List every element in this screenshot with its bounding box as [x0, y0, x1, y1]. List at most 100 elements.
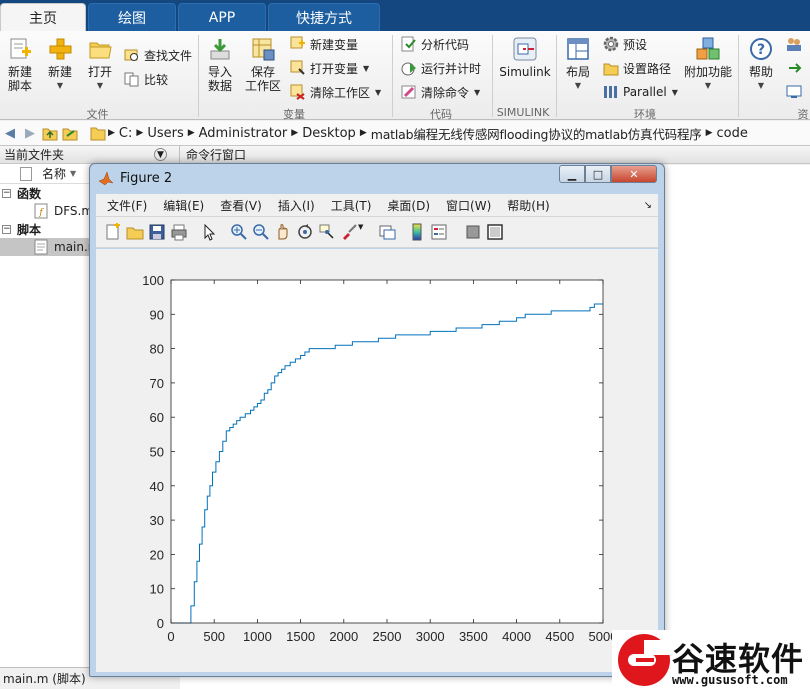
layout-button[interactable]: 布局 ▼	[562, 37, 594, 93]
parallel-button[interactable]: Parallel ▼	[603, 82, 678, 102]
sort-desc-icon[interactable]: ▼	[70, 169, 76, 178]
tab-shortcuts-label: 快捷方式	[296, 10, 352, 27]
tab-shortcuts[interactable]: 快捷方式	[268, 3, 380, 31]
close-button[interactable]: ✕	[611, 165, 657, 183]
open-dropdown-icon[interactable]: ▼	[97, 79, 103, 93]
breadcrumb-drive[interactable]: C:	[119, 126, 132, 141]
brush-dropdown-icon[interactable]: ▼	[358, 223, 368, 241]
new-button[interactable]: 新建 ▼	[44, 37, 76, 93]
tab-home[interactable]: 主页	[0, 3, 86, 31]
compare-icon	[124, 71, 140, 87]
ribbon-separator	[198, 35, 199, 117]
command-window-header: 命令行窗口	[180, 146, 810, 164]
run-and-time-button[interactable]: 运行并计时	[401, 58, 481, 78]
menu-tools[interactable]: 工具(T)	[331, 197, 372, 214]
line-plot[interactable]: 0 500 1000 1500 2000 2500 3000 3500 4000 4500 5000…	[96, 249, 658, 672]
import-data-button[interactable]: 导入 数据	[203, 37, 237, 93]
preferences-button[interactable]: 预设	[603, 34, 647, 54]
open-button[interactable]: 打开 ▼	[84, 37, 116, 93]
forward-icon[interactable]: ▶	[20, 123, 40, 143]
current-folder-header: 当前文件夹 ▼	[0, 146, 179, 164]
set-path-icon	[603, 60, 619, 76]
menu-file[interactable]: 文件(F)	[107, 197, 147, 214]
breadcrumb-users[interactable]: Users	[147, 126, 183, 141]
save-workspace-button[interactable]: 保存 工作区	[245, 37, 281, 93]
brush-icon[interactable]	[340, 223, 358, 241]
clear-commands-dropdown-icon[interactable]: ▼	[474, 88, 480, 97]
addons-dropdown-icon[interactable]: ▼	[705, 79, 711, 93]
collapse-icon[interactable]: −	[2, 188, 11, 198]
simulink-icon	[513, 37, 537, 61]
clear-workspace-button[interactable]: 清除工作区 ▼	[290, 82, 381, 102]
help-dropdown-icon[interactable]: ▼	[758, 79, 764, 93]
simulink-button[interactable]: Simulink	[499, 37, 551, 79]
tab-plots[interactable]: 绘图	[88, 3, 176, 31]
community-icon	[786, 36, 802, 52]
link-plot-icon[interactable]	[378, 223, 396, 241]
rotate-3d-icon[interactable]	[296, 223, 314, 241]
layout-dropdown-icon[interactable]: ▼	[575, 79, 581, 93]
compare-button[interactable]: 比较	[124, 69, 168, 89]
open-variable-label: 打开变量	[310, 61, 359, 76]
set-path-button[interactable]: 设置路径	[603, 58, 671, 78]
clear-commands-button[interactable]: 清除命令 ▼	[401, 82, 480, 102]
hide-plot-tools-icon[interactable]	[464, 223, 482, 241]
maximize-button[interactable]: □	[585, 165, 611, 183]
help-label: 帮助	[748, 65, 773, 79]
menu-view[interactable]: 查看(V)	[220, 197, 262, 214]
open-variable-button[interactable]: 打开变量 ▼	[290, 58, 369, 78]
menu-desktop[interactable]: 桌面(D)	[387, 197, 430, 214]
new-script-button[interactable]: 新建 脚本	[4, 37, 36, 93]
tab-plots-label: 绘图	[118, 10, 146, 27]
script-file-icon	[34, 239, 48, 255]
collapse-icon[interactable]: −	[2, 224, 11, 234]
legend-icon[interactable]	[430, 223, 448, 241]
panel-menu-icon[interactable]: ▼	[154, 148, 167, 161]
new-dropdown-icon[interactable]: ▼	[57, 79, 63, 93]
colorbar-icon[interactable]	[408, 223, 426, 241]
run-and-time-icon	[401, 60, 417, 76]
column-header-name[interactable]: 名称	[42, 165, 66, 182]
dock-arrow-icon[interactable]: ↘	[644, 200, 652, 211]
zoom-out-icon[interactable]	[252, 223, 270, 241]
addons-button[interactable]: 附加功能 ▼	[684, 37, 732, 93]
y-tick-label: 0	[157, 616, 164, 631]
data-cursor-icon[interactable]	[318, 223, 336, 241]
analyze-code-icon	[401, 36, 417, 52]
file-details-text: main.m (脚本)	[3, 672, 86, 686]
find-files-button[interactable]: 查找文件	[124, 45, 192, 65]
new-variable-button[interactable]: 新建变量	[290, 34, 358, 54]
breadcrumb-code[interactable]: code	[717, 126, 748, 141]
parallel-dropdown-icon[interactable]: ▼	[672, 88, 678, 97]
breadcrumb-separator-icon: ▶	[359, 128, 367, 138]
menu-edit[interactable]: 编辑(E)	[163, 197, 204, 214]
back-icon[interactable]: ◀	[0, 123, 20, 143]
minimize-button[interactable]: ▁	[559, 165, 585, 183]
help-button[interactable]: ? 帮助 ▼	[745, 37, 777, 93]
support-button[interactable]	[786, 58, 806, 78]
clear-workspace-dropdown-icon[interactable]: ▼	[375, 88, 381, 97]
pan-icon[interactable]	[274, 223, 292, 241]
save-icon[interactable]	[148, 223, 166, 241]
analyze-code-button[interactable]: 分析代码	[401, 34, 469, 54]
community-button[interactable]	[786, 34, 806, 54]
x-tick-label: 1500	[286, 629, 315, 644]
open-variable-dropdown-icon[interactable]: ▼	[363, 64, 369, 73]
menu-help[interactable]: 帮助(H)	[507, 197, 549, 214]
menu-insert[interactable]: 插入(I)	[278, 197, 315, 214]
tab-apps[interactable]: APP	[178, 3, 266, 31]
preferences-label: 预设	[623, 37, 648, 52]
print-icon[interactable]	[170, 223, 188, 241]
menu-window[interactable]: 窗口(W)	[446, 197, 491, 214]
breadcrumb-project-folder[interactable]: matlab编程无线传感网flooding协议的matlab仿真代码程序	[371, 124, 702, 143]
request-support-button[interactable]	[786, 82, 806, 102]
breadcrumb-administrator[interactable]: Administrator	[199, 126, 288, 141]
open-file-icon[interactable]	[126, 223, 144, 241]
new-figure-icon[interactable]	[104, 223, 122, 241]
zoom-in-icon[interactable]	[230, 223, 248, 241]
show-plot-tools-icon[interactable]	[486, 223, 504, 241]
pointer-icon[interactable]	[200, 223, 218, 241]
browse-folder-icon[interactable]	[60, 123, 80, 143]
up-folder-icon[interactable]	[40, 123, 60, 143]
breadcrumb-desktop[interactable]: Desktop	[302, 126, 356, 141]
